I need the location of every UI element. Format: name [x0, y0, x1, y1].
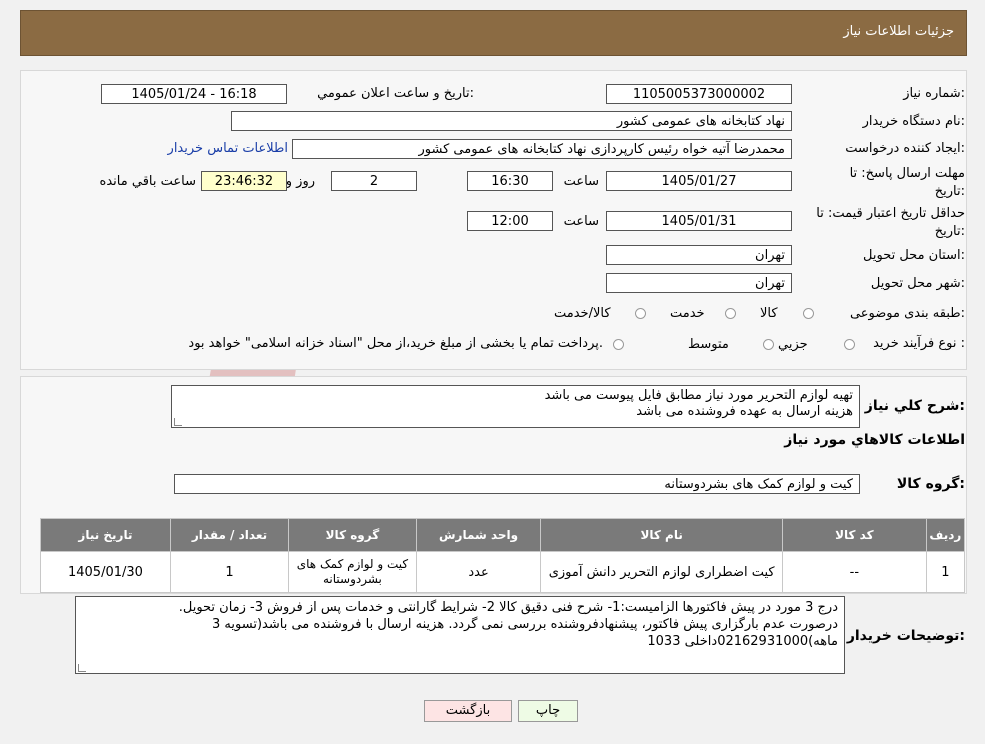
purchase-minor-radio[interactable]: [844, 339, 855, 350]
remaining-time-label: ساعت باقي مانده: [99, 174, 196, 189]
buyer-contact-link[interactable]: اطلاعات تماس خريدار: [168, 141, 288, 156]
summary-line-2: هزینه ارسال به عهده فروشنده می باشد: [636, 404, 853, 419]
col-name-header: نام کالا: [540, 518, 783, 552]
cell-row: 1: [925, 551, 966, 593]
cell-code: --: [781, 551, 927, 593]
buyer-notes-line-2: درصورت عدم بارگزاری پیش فاکتور، پیشنهادف…: [212, 617, 838, 632]
table-header-row: رديف کد کالا نام کالا واحد شمارش گروه کا…: [40, 518, 966, 552]
goods-table: رديف کد کالا نام کالا واحد شمارش گروه کا…: [40, 518, 966, 593]
category-goods-service-radio[interactable]: [635, 308, 646, 319]
announce-datetime-label: تاریخ و ساعت اعلان عمومي:: [317, 86, 474, 101]
cell-name: کیت اضطراری لوازم التحریر دانش آموزی: [540, 551, 783, 593]
delivery-province-label: استان محل تحويل:: [863, 248, 965, 263]
treasury-note: پرداخت تمام يا بخشی از مبلغ خريد،از محل …: [188, 336, 603, 351]
col-row-header: رديف: [925, 518, 966, 552]
col-qty-header: تعداد / مقدار: [169, 518, 290, 552]
purchase-medium-label: متوسط: [688, 337, 729, 352]
delivery-province-value: تهران: [606, 245, 792, 265]
response-deadline-label: مهلت ارسال پاسخ: تا تاريخ:: [849, 166, 965, 199]
treasury-checkbox[interactable]: [613, 339, 624, 350]
col-group-header: گروه کالا: [288, 518, 417, 552]
category-goods-label: کالا: [760, 306, 778, 321]
requester-value: محمدرضا آتیه خواه رئیس کارپردازی نهاد کت…: [292, 139, 792, 159]
category-goods-service-label: کالا/خدمت: [554, 306, 611, 321]
page-title: جزئیات اطلاعات نیاز: [843, 24, 954, 39]
buyer-org-label: نام دستگاه خريدار:: [862, 114, 965, 129]
col-unit-header: واحد شمارش: [415, 518, 542, 552]
category-service-radio[interactable]: [725, 308, 736, 319]
summary-label: شرح کلي نياز:: [864, 398, 965, 414]
print-button[interactable]: چاپ: [518, 700, 578, 722]
need-number-value: 1105005373000002: [606, 84, 792, 104]
remaining-time: 23:46:32: [201, 171, 287, 191]
buyer-notes-line-1: درج 3 مورد در پیش فاکتورها الزامیست:1- ش…: [178, 600, 838, 615]
resize-handle-icon[interactable]: [174, 418, 182, 426]
cell-qty: 1: [169, 551, 290, 593]
category-goods-radio[interactable]: [803, 308, 814, 319]
need-number-label: شماره نیاز:: [903, 86, 965, 101]
goods-section-title: اطلاعات کالاهاي مورد نياز: [784, 432, 965, 448]
cell-group: کیت و لوازم کمک های بشردوستانه: [288, 551, 417, 593]
response-date: 1405/01/27: [606, 171, 792, 191]
summary-line-1: تهیه لوازم التحریر مورد نیاز مطابق فایل …: [544, 388, 853, 403]
announce-datetime-value: 1405/01/24 - 16:18: [101, 84, 287, 104]
goods-group-value: کیت و لوازم کمک های بشردوستانه: [174, 474, 860, 494]
table-row: 1 -- کیت اضطراری لوازم التحریر دانش آموز…: [40, 551, 966, 593]
buyer-notes-textarea[interactable]: درج 3 مورد در پیش فاکتورها الزامیست:1- ش…: [75, 596, 845, 674]
buyer-notes-label: توضيحات خريدار:: [846, 628, 965, 644]
summary-textarea[interactable]: تهیه لوازم التحریر مورد نیاز مطابق فایل …: [171, 385, 860, 428]
purchase-medium-radio[interactable]: [763, 339, 774, 350]
category-label: طبقه بندی موضوعی:: [849, 306, 965, 321]
page-header: جزئیات اطلاعات نیاز: [20, 10, 967, 56]
category-service-label: خدمت: [670, 306, 705, 321]
resize-handle-icon[interactable]: [78, 664, 86, 672]
response-time-label: ساعت: [563, 174, 599, 189]
purchase-minor-label: جزيي: [778, 337, 808, 352]
col-code-header: کد کالا: [781, 518, 927, 552]
buyer-notes-line-3: ماهه)02162931000داخلی 1033: [647, 634, 838, 649]
cell-date: 1405/01/30: [40, 551, 171, 593]
response-days: 2: [331, 171, 417, 191]
requester-label: ايجاد کننده درخواست:: [845, 141, 965, 156]
price-validity-time-label: ساعت: [563, 214, 599, 229]
buyer-org-value: نهاد کتابخانه های عمومی کشور: [231, 111, 792, 131]
delivery-city-label: شهر محل تحويل:: [870, 276, 965, 291]
response-time: 16:30: [467, 171, 553, 191]
price-validity-time: 12:00: [467, 211, 553, 231]
price-validity-date: 1405/01/31: [606, 211, 792, 231]
delivery-city-value: تهران: [606, 273, 792, 293]
cell-unit: عدد: [415, 551, 542, 593]
purchase-type-label: نوع فرآيند خريد :: [873, 336, 965, 351]
goods-group-label: گروه کالا:: [896, 476, 965, 492]
response-days-label: روز و: [285, 174, 315, 189]
price-validity-label: حداقل تاريخ اعتبار قيمت: تا تاريخ:: [816, 206, 965, 239]
back-button[interactable]: بازگشت: [424, 700, 512, 722]
col-date-header: تاريخ نياز: [40, 518, 171, 552]
